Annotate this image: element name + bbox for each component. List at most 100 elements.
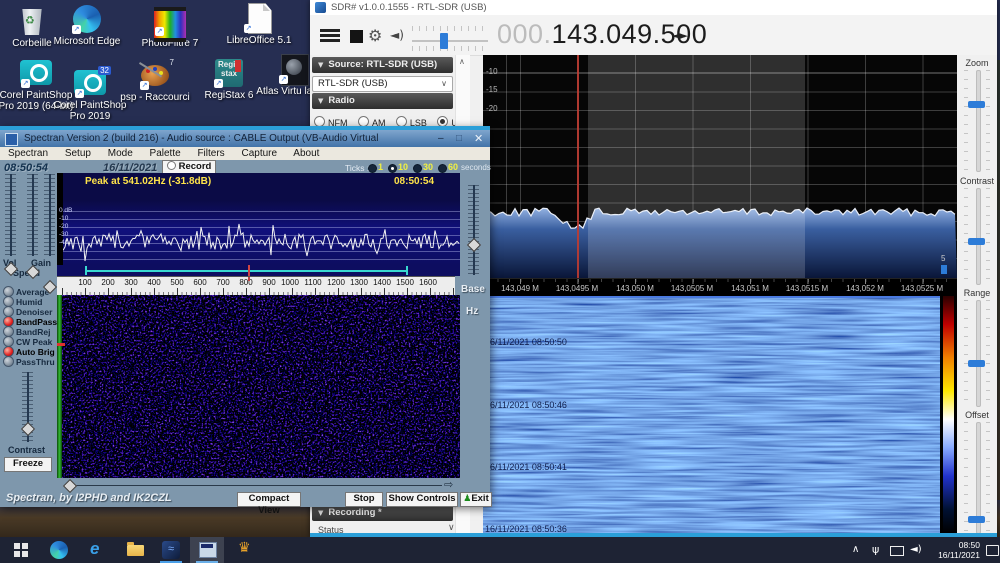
windows-logo-icon	[14, 543, 20, 549]
tray-clock[interactable]: 08:50 16/11/2021	[930, 540, 980, 563]
zoom-slider[interactable]	[964, 70, 990, 170]
frequency-axis: 143,049 M 143,0495 M 143,050 M 143,0505 …	[483, 278, 957, 297]
tuning-band-overlay[interactable]	[588, 55, 805, 278]
taskbar-paintshop[interactable]: ♛	[228, 537, 262, 563]
desktop-icon-label: Corel PaintShop Pro 2019	[52, 100, 128, 122]
recycle-bin-icon: ♻	[15, 6, 49, 36]
db-label: -10	[486, 67, 498, 76]
action-center-icon[interactable]	[986, 545, 999, 556]
libreoffice-icon: ↗	[242, 3, 276, 33]
ticks-radio-60[interactable]	[438, 164, 447, 173]
volume-slider-thumb[interactable]	[440, 33, 448, 49]
desktop-icon-libreoffice[interactable]: ↗ LibreOffice 5.1	[221, 3, 297, 46]
sdrsharp-titlebar[interactable]: SDR# v1.0.0.1555 - RTL-SDR (USB)	[310, 0, 997, 15]
settings-gear-icon[interactable]: ⚙	[368, 26, 382, 45]
audio-waterfall[interactable]	[57, 295, 460, 478]
contrast-slider-thumb[interactable]	[21, 422, 35, 436]
radio-section-header[interactable]: ▼Radio	[312, 93, 453, 109]
tuned-frequency-line[interactable]	[577, 55, 579, 278]
contrast-slider[interactable]	[964, 188, 990, 283]
tray-usb-icon[interactable]: ψ	[872, 537, 879, 563]
tray-speaker-icon[interactable]: ◄)	[910, 537, 922, 563]
frequency-step-arrows[interactable]: ◄►	[672, 29, 687, 42]
range-slider[interactable]	[964, 300, 990, 405]
volume-slider-track[interactable]	[412, 40, 488, 42]
zoom-scale-thumb[interactable]	[941, 265, 947, 274]
cw-pitch-marker[interactable]	[248, 265, 250, 276]
desktop-icon-psp[interactable]: 7 ↗ psp - Raccourci	[117, 60, 193, 103]
gain-slider[interactable]	[27, 174, 38, 256]
audio-spectrum[interactable]: Peak at 541.02Hz (-31.8dB) 08:50:54 0 dB…	[57, 173, 460, 265]
hscroll-right-arrow-icon[interactable]: ⇨	[444, 478, 453, 491]
scrollbar-up-icon[interactable]: ∧	[459, 57, 465, 66]
bandpass-left-tick[interactable]	[85, 266, 87, 275]
folder-icon	[127, 545, 144, 556]
freeze-button[interactable]: Freeze	[4, 457, 52, 472]
source-section-header[interactable]: ▼Source: RTL-SDR (USB)	[312, 57, 453, 73]
ticks-radio-10[interactable]	[388, 164, 397, 173]
taskbar-edge[interactable]	[42, 537, 76, 563]
menu-setup[interactable]: Setup	[65, 148, 91, 159]
base-slider-thumb[interactable]	[467, 238, 481, 252]
taskbar-file-explorer[interactable]	[118, 537, 152, 563]
status-chevron-icon[interactable]: ∨	[448, 523, 455, 533]
waterfall-red-marker	[57, 343, 65, 346]
db-label: -20	[486, 104, 498, 113]
show-controls-button[interactable]: Show Controls	[386, 492, 458, 507]
desktop-icon-edge[interactable]: ↗ Microsoft Edge	[49, 4, 125, 47]
rf-spectrum[interactable]: -10 -15 -20 5	[483, 55, 957, 278]
waterfall-timestamp: 16/11/2021 08:50:46	[485, 400, 567, 410]
menu-about[interactable]: About	[293, 148, 319, 159]
base-slider[interactable]	[468, 185, 479, 275]
contrast-slider[interactable]	[22, 372, 33, 442]
menu-hamburger-icon[interactable]	[320, 29, 340, 32]
spectran-titlebar[interactable]: Spectran Version 2 (build 216) - Audio s…	[0, 130, 490, 147]
offset-slider-thumb[interactable]	[968, 516, 985, 523]
bandpass-range-line[interactable]	[85, 270, 408, 272]
speaker-icon[interactable]: ◄)	[390, 28, 404, 42]
passthru-toggle[interactable]	[3, 356, 14, 367]
minimize-button[interactable]: –	[438, 130, 444, 147]
maximize-button[interactable]: □	[456, 130, 462, 147]
range-slider-thumb[interactable]	[968, 360, 985, 367]
desktop-icon-photofiltre[interactable]: ↗ PhotoFiltre 7	[132, 6, 208, 49]
vol-slider[interactable]	[5, 174, 16, 256]
exit-button[interactable]: ♟Exit	[460, 492, 492, 507]
menu-palette[interactable]: Palette	[150, 148, 181, 159]
speed-slider[interactable]	[44, 174, 55, 256]
atlas-icon: ↗	[277, 54, 311, 84]
close-button[interactable]: ✕	[474, 130, 483, 147]
recording-section-header[interactable]: ▼Recording *	[312, 505, 453, 521]
stop-button[interactable]: Stop	[345, 492, 383, 507]
waterfall-area[interactable]: 16/11/2021 08:50:50 16/11/2021 08:50:46 …	[483, 296, 967, 533]
start-button[interactable]	[4, 537, 38, 563]
taskbar-spectran[interactable]	[190, 537, 224, 563]
bandpass-right-tick[interactable]	[406, 266, 408, 275]
bandpass-marker-strip[interactable]	[57, 265, 460, 276]
menu-capture[interactable]: Capture	[241, 148, 277, 159]
contrast-slider-thumb[interactable]	[968, 238, 985, 245]
taskbar-internet-explorer[interactable]: e	[80, 537, 114, 563]
scale-pitch-tick	[248, 277, 250, 281]
ticks-radio-30[interactable]	[413, 164, 422, 173]
menu-filters[interactable]: Filters	[197, 148, 224, 159]
audio-spectrum-trace	[63, 193, 460, 265]
tray-network-icon[interactable]	[890, 546, 904, 556]
hscroll-thumb[interactable]	[63, 479, 77, 493]
ticks-radio-1[interactable]	[368, 164, 377, 173]
source-select[interactable]: RTL-SDR (USB)∨	[312, 76, 453, 92]
menu-spectran[interactable]: Spectran	[8, 148, 48, 159]
tray-chevron-icon[interactable]: ∧	[852, 537, 859, 563]
desktop: ♻ Corbeille ↗ Microsoft Edge ↗ PhotoFilt…	[0, 0, 1000, 563]
waterfall-hscrollbar[interactable]: ⇨	[57, 479, 457, 491]
taskbar-sdrsharp[interactable]: ≈	[156, 537, 186, 563]
edge-icon	[50, 541, 68, 559]
paintshop-icon: ↗	[19, 58, 53, 88]
ticks-label: Ticks :	[345, 163, 369, 173]
menu-mode[interactable]: Mode	[108, 148, 133, 159]
offset-slider[interactable]	[964, 422, 990, 532]
compact-view-button[interactable]: Compact View	[237, 492, 301, 507]
zoom-slider-thumb[interactable]	[968, 101, 985, 108]
stop-button[interactable]	[350, 30, 363, 43]
crown-icon: ♛	[238, 540, 251, 556]
